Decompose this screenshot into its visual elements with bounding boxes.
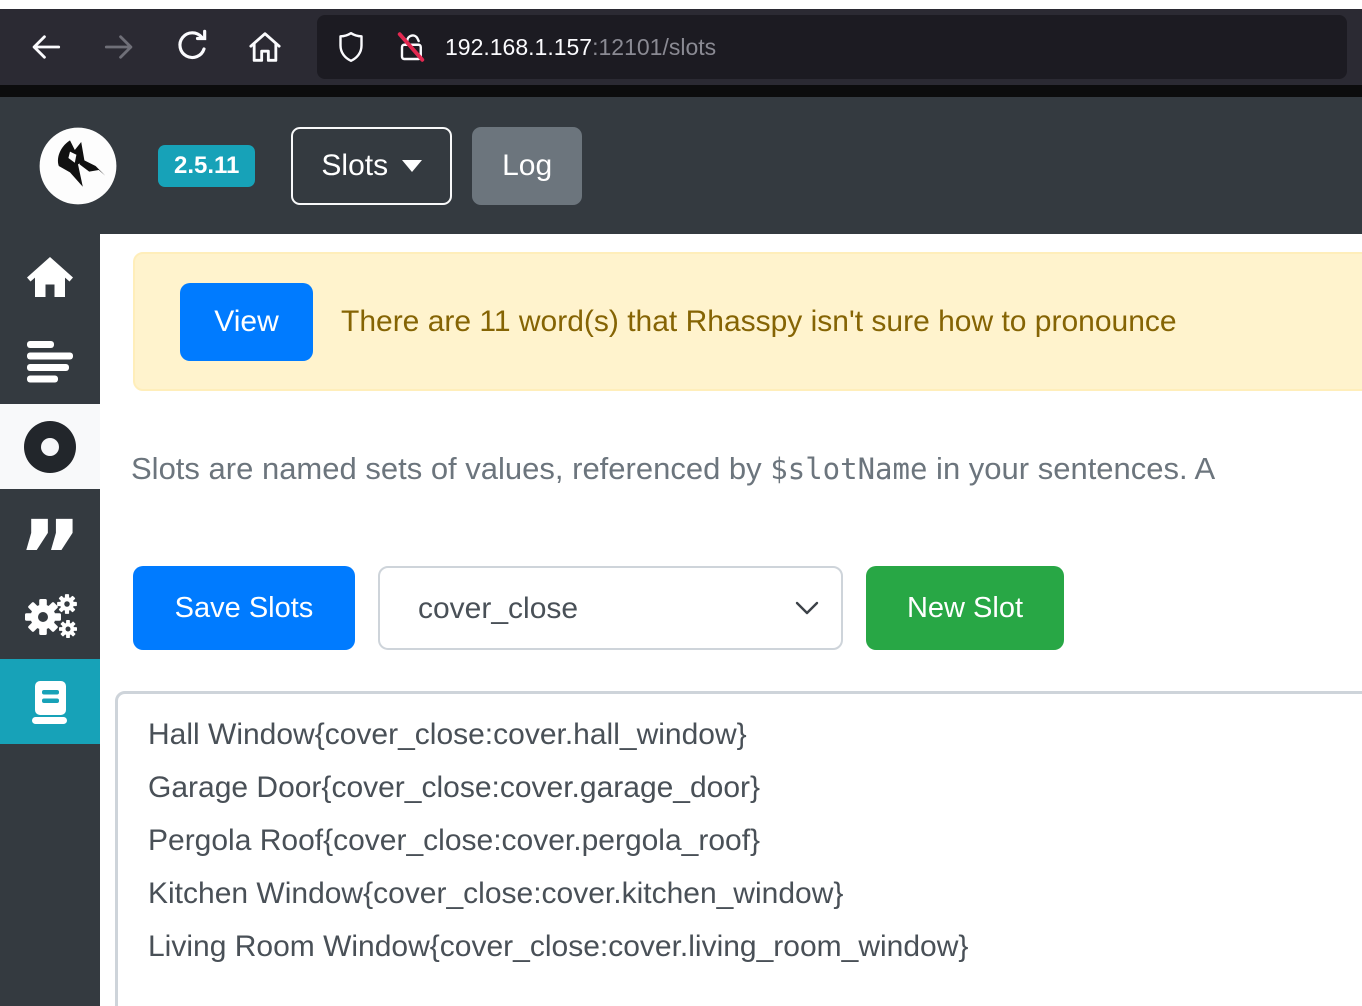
browser-toolbar: 192.168.1.157:12101/slots [0, 9, 1362, 85]
app-header: 2.5.11 Slots Log [0, 97, 1362, 234]
main-content: View There are 11 word(s) that Rhasspy i… [100, 234, 1362, 1006]
sidebar-item-slots[interactable] [0, 404, 100, 489]
rhasspy-logo [38, 126, 118, 206]
reload-button[interactable] [168, 23, 216, 71]
description-text-before: Slots are named sets of values, referenc… [131, 451, 770, 486]
slot-select-wrapper: cover_close [378, 566, 843, 650]
home-icon [245, 27, 285, 67]
shield-icon [333, 29, 369, 65]
forward-icon [100, 28, 138, 66]
reload-icon [172, 27, 212, 67]
url-text: 192.168.1.157:12101/slots [445, 34, 716, 61]
slot-select[interactable]: cover_close [378, 566, 843, 650]
slots-description: Slots are named sets of values, referenc… [131, 451, 1362, 487]
sidebar-item-sentences[interactable] [0, 319, 100, 404]
description-text-after: in your sentences. A [927, 451, 1215, 486]
log-button[interactable]: Log [472, 127, 582, 205]
warning-message: There are 11 word(s) that Rhasspy isn't … [341, 305, 1177, 339]
browser-chrome: 192.168.1.157:12101/slots [0, 9, 1362, 97]
book-icon [28, 679, 72, 725]
sidebar-item-words[interactable] [0, 489, 100, 574]
url-path: :12101/slots [592, 34, 716, 60]
caret-down-icon [402, 160, 422, 172]
pronounce-warning-banner: View There are 11 word(s) that Rhasspy i… [133, 252, 1362, 391]
save-slots-button[interactable]: Save Slots [133, 566, 355, 650]
save-slots-label: Save Slots [175, 592, 314, 624]
page-dropdown-label: Slots [321, 149, 388, 183]
slot-values-editor[interactable]: Hall Window{cover_close:cover.hall_windo… [115, 691, 1362, 1006]
log-button-label: Log [502, 149, 552, 183]
version-badge: 2.5.11 [158, 145, 255, 187]
forward-button[interactable] [95, 23, 143, 71]
align-left-icon [27, 341, 73, 383]
dot-circle-icon [24, 421, 76, 473]
back-icon [27, 28, 65, 66]
sidebar-item-advanced[interactable] [0, 659, 100, 744]
page-dropdown-button[interactable]: Slots [291, 127, 452, 205]
slots-controls: Save Slots cover_close New Slot [133, 566, 1362, 650]
view-button[interactable]: View [180, 283, 313, 361]
view-button-label: View [214, 305, 278, 338]
back-button[interactable] [22, 23, 70, 71]
sidebar-item-home[interactable] [0, 234, 100, 319]
home-icon [26, 255, 74, 299]
new-slot-button[interactable]: New Slot [866, 566, 1064, 650]
url-bar[interactable]: 192.168.1.157:12101/slots [317, 15, 1347, 79]
sidebar [0, 234, 100, 1006]
url-host: 192.168.1.157 [445, 34, 592, 60]
slot-variable-code: $slotName [770, 452, 927, 486]
new-slot-label: New Slot [907, 592, 1023, 624]
insecure-lock-icon [393, 29, 429, 65]
home-button[interactable] [241, 23, 289, 71]
